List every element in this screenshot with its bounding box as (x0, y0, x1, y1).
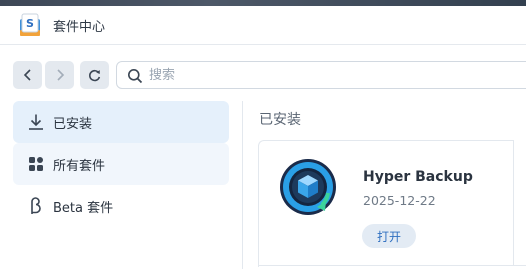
forward-button[interactable] (45, 61, 74, 89)
chevron-right-icon (56, 69, 64, 81)
section-title: 已安装 (259, 112, 301, 128)
grid-icon (27, 155, 45, 173)
next-package-card-edge (513, 140, 526, 266)
sidebar-item-all-packages[interactable]: 所有套件 (13, 143, 229, 185)
search-icon (128, 69, 143, 84)
toolbar (0, 45, 526, 97)
refresh-icon (89, 69, 101, 81)
sidebar-item-label: 已安装 (53, 117, 93, 132)
svg-text:S: S (26, 17, 34, 30)
main-content: 已安装 Hyper Backup 2025-12-22 打开 (243, 97, 526, 269)
package-card[interactable]: Hyper Backup 2025-12-22 打开 (258, 140, 516, 267)
beta-icon (27, 197, 45, 215)
chevron-left-icon (23, 69, 31, 81)
package-date: 2025-12-22 (363, 193, 436, 208)
sidebar-item-label: 所有套件 (53, 159, 106, 174)
window-title: 套件中心 (53, 20, 106, 35)
card-row-divider (258, 265, 526, 266)
download-icon (27, 113, 45, 131)
package-center-app-icon: S (19, 13, 41, 37)
sidebar-item-label: Beta 套件 (53, 201, 114, 216)
search-input[interactable] (149, 65, 509, 85)
open-button[interactable]: 打开 (362, 224, 416, 248)
window-titlebar: S 套件中心 (0, 6, 526, 45)
sidebar-item-installed[interactable]: 已安装 (13, 101, 229, 143)
sidebar-item-beta-packages[interactable]: Beta 套件 (13, 185, 229, 227)
back-button[interactable] (13, 61, 42, 89)
hyper-backup-icon (278, 157, 340, 219)
search-box[interactable] (116, 61, 526, 89)
sidebar: 已安装 所有套件 Beta 套件 (0, 97, 242, 269)
refresh-button[interactable] (80, 61, 109, 89)
package-name: Hyper Backup (363, 169, 473, 185)
